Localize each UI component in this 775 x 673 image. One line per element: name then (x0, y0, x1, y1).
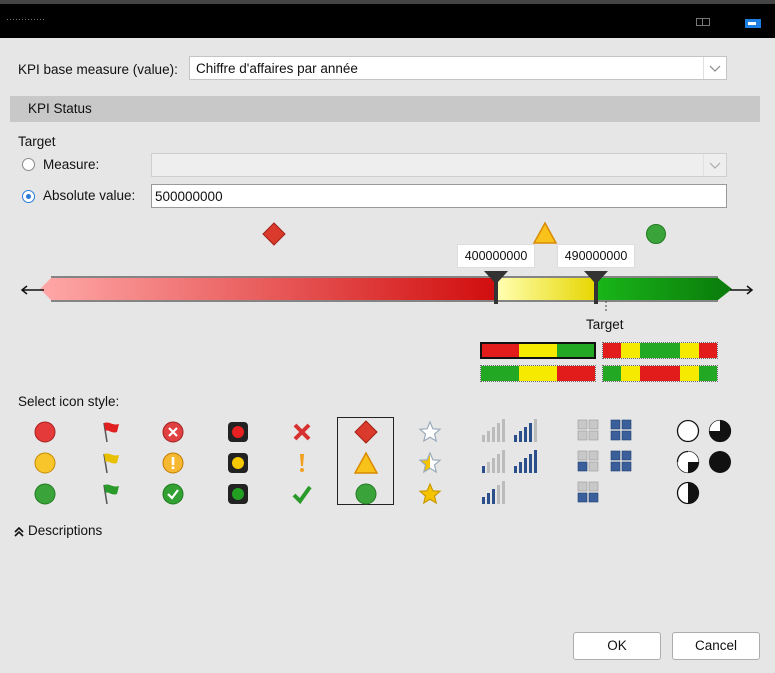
kpi-status-title: KPI Status (28, 101, 92, 116)
low-threshold-label[interactable]: 400000000 (457, 244, 535, 268)
full-star-icon[interactable] (418, 482, 442, 506)
pie-row-3[interactable] (676, 481, 700, 505)
cancel-button[interactable]: Cancel (672, 632, 760, 660)
grid-boxes-row-2[interactable] (577, 450, 635, 474)
status-gradient-bar (20, 271, 754, 312)
yellow-exclamation-circle-icon[interactable] (161, 451, 185, 475)
signal-bars-row-2[interactable] (481, 449, 539, 475)
absolute-value-input[interactable]: 500000000 (151, 184, 727, 208)
base-measure-combo[interactable]: Chiffre d'affaires par année (189, 56, 727, 80)
yellow-exclamation-icon[interactable] (290, 451, 314, 475)
collapse-chevron-icon[interactable] (14, 527, 24, 537)
yellow-triangle-icon[interactable] (354, 451, 378, 475)
red-x-icon[interactable] (290, 420, 314, 444)
pie-row-2[interactable] (676, 450, 734, 474)
half-star-icon[interactable] (418, 451, 442, 475)
pie-row-1[interactable] (676, 419, 734, 443)
measure-label: Measure: (43, 157, 100, 172)
red-diamond-icon[interactable] (354, 420, 378, 444)
signal-bars-row-1[interactable] (481, 418, 539, 444)
green-circle-icon[interactable] (354, 482, 378, 506)
green-traffic-light-icon[interactable] (226, 482, 250, 506)
red-circle-icon[interactable] (33, 420, 57, 444)
green-flag-icon[interactable] (98, 482, 122, 506)
absolute-value-label: Absolute value: (43, 188, 136, 203)
yellow-traffic-light-icon[interactable] (226, 451, 250, 475)
measure-radio[interactable] (22, 158, 35, 171)
color-scheme-1[interactable] (480, 342, 596, 359)
color-scheme-3[interactable] (480, 365, 596, 382)
icon-style-label: Select icon style: (18, 394, 120, 409)
yellow-circle-icon[interactable] (33, 451, 57, 475)
green-circle-icon (646, 224, 666, 244)
title-bar: ············· (0, 0, 775, 38)
red-diamond-icon (262, 222, 286, 246)
chevron-down-icon[interactable] (703, 57, 726, 79)
grid-boxes-row-1[interactable] (577, 419, 635, 443)
window-title: ············· (6, 14, 45, 24)
red-traffic-light-icon[interactable] (226, 420, 250, 444)
base-measure-label: KPI base measure (value): (18, 62, 178, 77)
green-circle-icon[interactable] (33, 482, 57, 506)
absolute-value-radio[interactable] (22, 190, 35, 203)
target-marker-label: Target (586, 317, 624, 332)
descriptions-toggle[interactable]: Descriptions (28, 523, 102, 538)
red-flag-icon[interactable] (98, 420, 122, 444)
red-x-circle-icon[interactable] (161, 420, 185, 444)
target-heading: Target (18, 134, 56, 149)
maximize-icon[interactable] (745, 19, 761, 28)
yellow-flag-icon[interactable] (98, 451, 122, 475)
color-scheme-4[interactable] (602, 365, 718, 382)
empty-star-icon[interactable] (418, 420, 442, 444)
ok-button[interactable]: OK (573, 632, 661, 660)
absolute-value-text: 500000000 (155, 189, 223, 204)
chevron-down-icon[interactable] (703, 154, 726, 176)
base-measure-value: Chiffre d'affaires par année (196, 61, 358, 76)
green-check-circle-icon[interactable] (161, 482, 185, 506)
high-threshold-label[interactable]: 490000000 (557, 244, 635, 268)
color-scheme-2[interactable] (602, 342, 718, 359)
restore-icon[interactable] (696, 18, 710, 26)
yellow-triangle-icon (533, 221, 557, 244)
kpi-status-header: KPI Status (10, 96, 760, 122)
signal-bars-row-3[interactable] (481, 480, 507, 506)
green-check-icon[interactable] (290, 482, 314, 506)
measure-combo[interactable] (151, 153, 727, 177)
grid-boxes-row-3[interactable] (577, 481, 601, 505)
